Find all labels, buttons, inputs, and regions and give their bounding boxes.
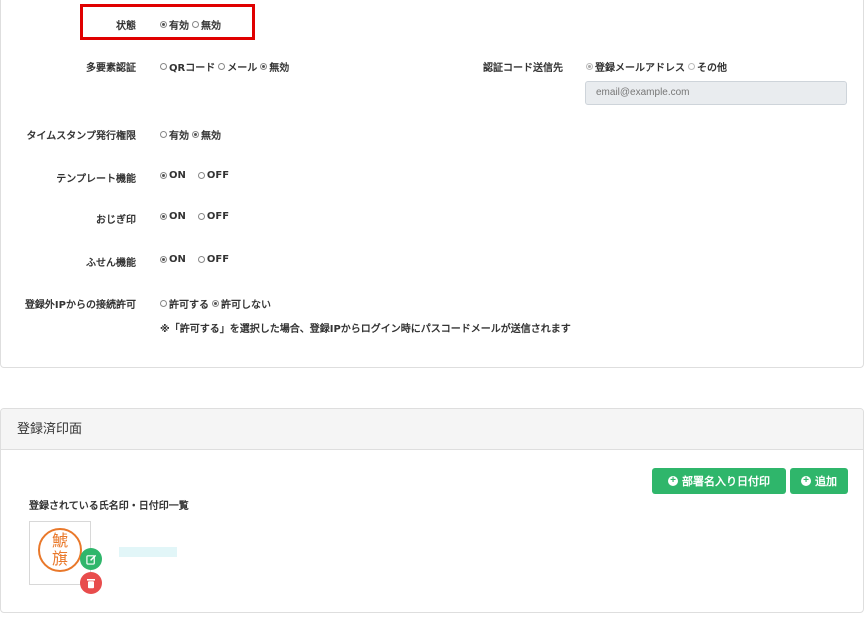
radio-icon [197, 256, 205, 263]
add-button[interactable]: + 追加 [790, 468, 848, 494]
ojigi-label: おじぎ印 [96, 215, 136, 226]
auth-dest-label: 認証コード送信先 [483, 63, 563, 74]
add-dept-date-stamp-button[interactable]: + 部署名入り日付印 [652, 468, 786, 494]
radio-icon [160, 131, 167, 138]
timestamp-option-disabled[interactable]: 無効 [192, 127, 221, 142]
radio-icon [197, 213, 205, 220]
delete-stamp-button[interactable] [80, 572, 102, 594]
timestamp-options: 有効 無効 [160, 127, 224, 142]
highlight-box [80, 4, 255, 40]
ip-label: 登録外IPからの接続許可 [24, 300, 136, 311]
radio-icon [160, 172, 167, 179]
mfa-options: QRコード メール 無効 [160, 59, 292, 74]
radio-icon [160, 63, 167, 70]
timestamp-option-enabled[interactable]: 有効 [160, 127, 189, 142]
plus-circle-icon: + [801, 476, 811, 486]
auth-dest-option-other[interactable]: その他 [688, 59, 727, 74]
template-label: テンプレート機能 [56, 174, 136, 185]
mfa-label: 多要素認証 [86, 63, 136, 74]
mfa-option-mail[interactable]: メール [218, 59, 257, 74]
mfa-option-qr[interactable]: QRコード [160, 59, 215, 74]
trash-icon [87, 578, 95, 588]
ojigi-options: ON OFF [160, 211, 232, 222]
radio-icon [586, 63, 593, 70]
fusen-option-on[interactable]: ON [160, 254, 186, 265]
template-options: ON OFF [160, 170, 232, 181]
ip-option-deny[interactable]: 許可しない [212, 296, 271, 311]
ip-option-allow[interactable]: 許可する [160, 296, 209, 311]
stamp-name-placeholder [119, 547, 177, 557]
radio-icon [160, 300, 167, 307]
edit-icon [85, 554, 96, 565]
ip-options: 許可する 許可しない [160, 296, 274, 311]
auth-dest-options: 登録メールアドレス その他 [586, 59, 730, 74]
fusen-label: ふせん機能 [86, 258, 136, 269]
stamp-list-title: 登録されている氏名印・日付印一覧 [29, 501, 189, 512]
template-option-on[interactable]: ON [160, 170, 186, 181]
timestamp-label: タイムスタンプ発行権限 [26, 131, 137, 142]
stamps-panel-title: 登録済印面 [1, 409, 863, 450]
auth-dest-option-registered[interactable]: 登録メールアドレス [586, 59, 685, 74]
stamps-panel: 登録済印面 + 部署名入り日付印 + 追加 登録されている氏名印・日付印一覧 鯱… [0, 408, 864, 613]
email-field[interactable]: email@example.com [585, 81, 847, 105]
radio-icon [688, 63, 695, 70]
ojigi-option-off[interactable]: OFF [197, 211, 229, 222]
fusen-options: ON OFF [160, 254, 232, 265]
radio-icon [218, 63, 226, 70]
radio-icon [160, 256, 167, 263]
fusen-option-off[interactable]: OFF [197, 254, 229, 265]
radio-icon [212, 300, 219, 307]
radio-icon [197, 172, 205, 179]
edit-stamp-button[interactable] [80, 548, 102, 570]
radio-icon [160, 213, 167, 220]
radio-icon [260, 63, 268, 70]
mfa-option-disabled[interactable]: 無効 [260, 59, 289, 74]
template-option-off[interactable]: OFF [197, 170, 229, 181]
radio-icon [192, 131, 199, 138]
plus-circle-icon: + [668, 476, 678, 486]
seal-image: 鯱旗 [38, 528, 82, 572]
ip-note: ※「許可する」を選択した場合、登録IPからログイン時にパスコードメールが送信され… [160, 324, 571, 335]
ojigi-option-on[interactable]: ON [160, 211, 186, 222]
